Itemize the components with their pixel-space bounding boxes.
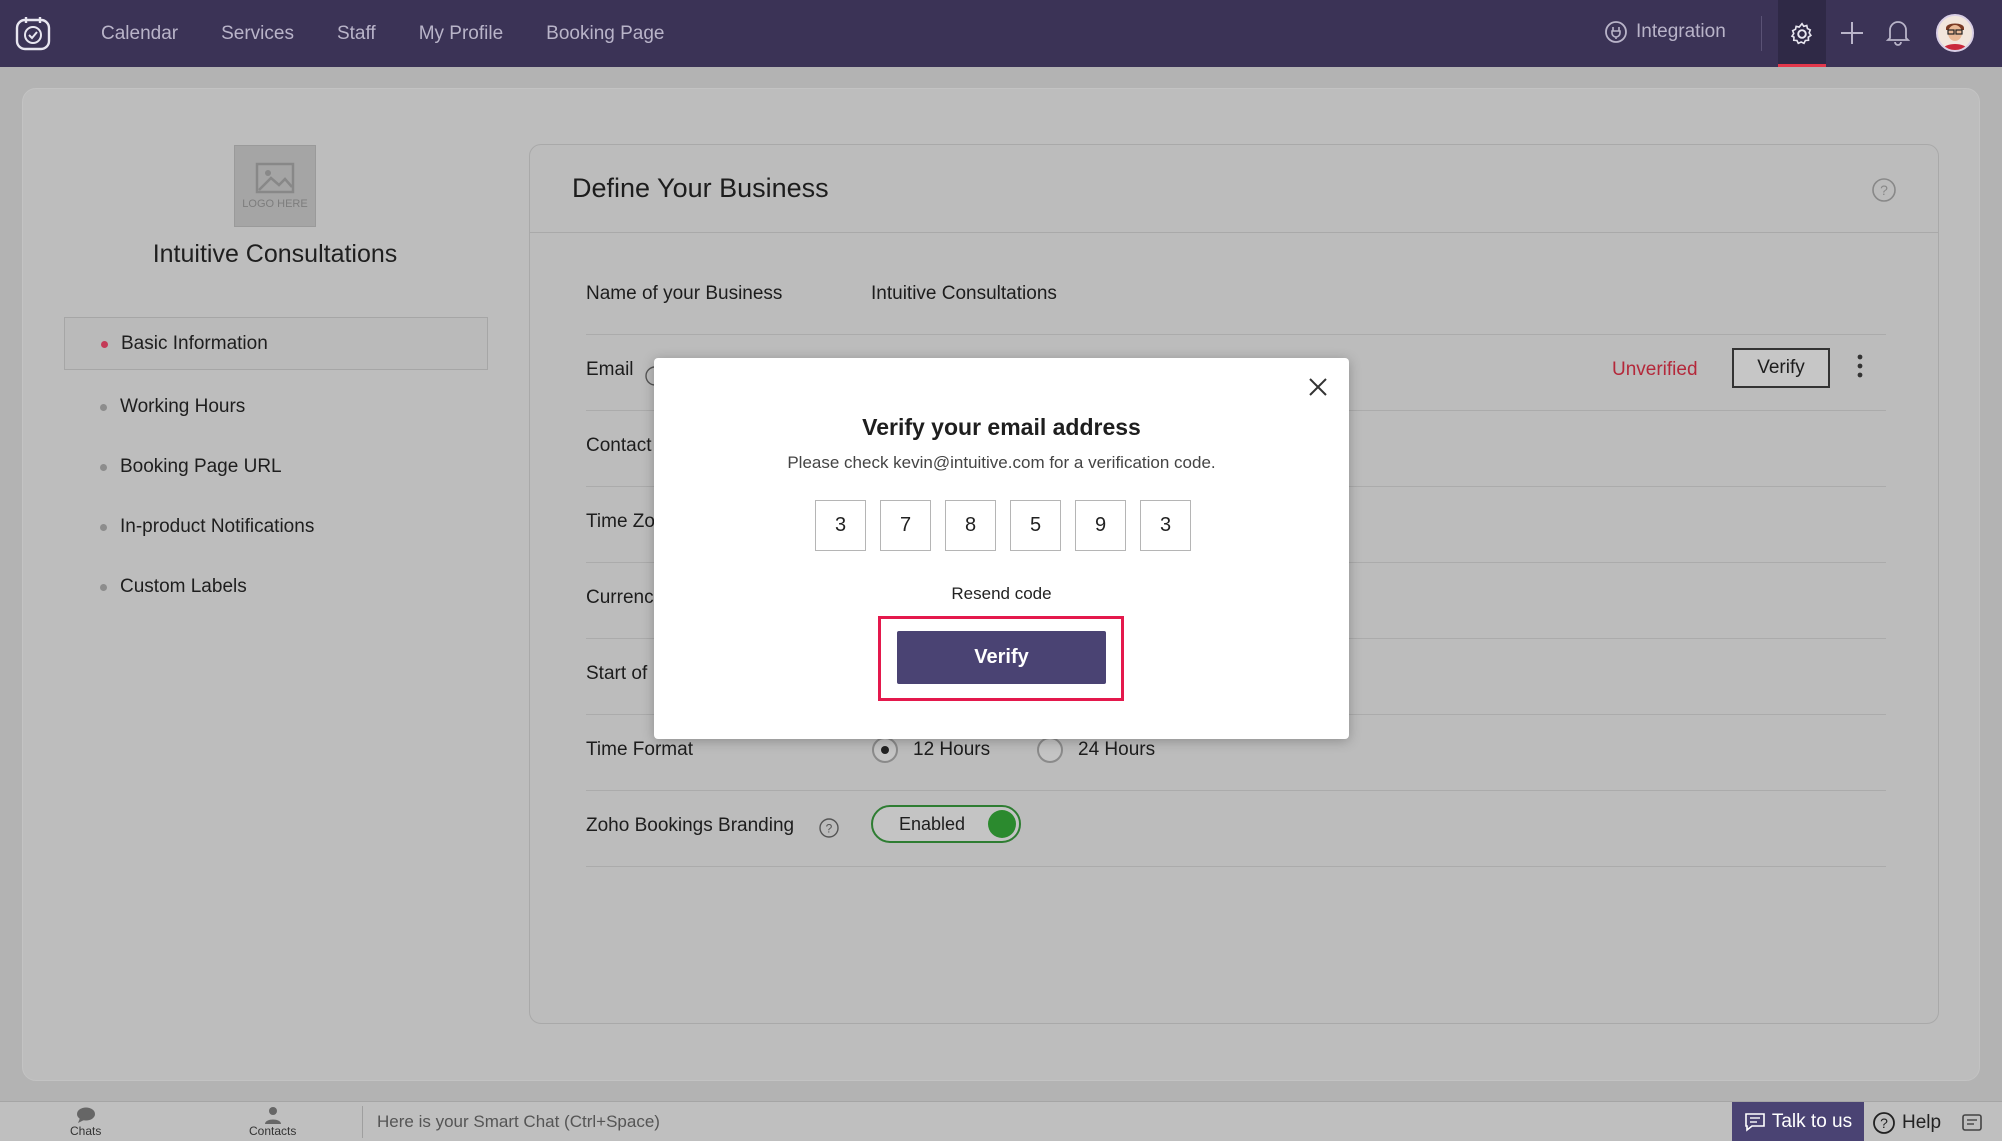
logo-placeholder-text: LOGO HERE (242, 198, 308, 210)
sidebar-item-basic-information[interactable]: Basic Information (64, 317, 488, 370)
help-circle-icon[interactable]: ? (818, 817, 840, 844)
chats-button[interactable]: Chats (70, 1106, 101, 1138)
sidebar-item-label: Booking Page URL (120, 456, 282, 477)
bullet-icon (100, 524, 107, 531)
nav-divider (1761, 16, 1762, 51)
plug-icon (1605, 21, 1627, 43)
radio-24-hours-label: 24 Hours (1078, 739, 1156, 760)
panel-header: Define Your Business ? (530, 145, 1938, 233)
timezone-label: Time Zo (586, 511, 655, 532)
integration-label: Integration (1636, 21, 1726, 42)
more-vertical-icon[interactable] (1856, 353, 1864, 384)
bottom-divider (362, 1106, 363, 1138)
code-digit-5[interactable]: 9 (1075, 500, 1126, 551)
verification-code-inputs: 3 7 8 5 9 3 (815, 500, 1205, 551)
image-icon (255, 162, 295, 194)
contacts-button[interactable]: Contacts (249, 1106, 296, 1138)
sidebar-item-custom-labels[interactable]: Custom Labels (64, 557, 488, 617)
email-label: Email (586, 359, 634, 380)
nav-integration[interactable]: Integration (1604, 20, 1726, 44)
row-business-name: Name of your Business Intuitive Consulta… (586, 259, 1886, 335)
svg-text:?: ? (826, 822, 833, 836)
svg-text:?: ? (1880, 182, 1888, 198)
sidebar-item-working-hours[interactable]: Working Hours (64, 377, 488, 437)
email-status-badge: Unverified (1612, 359, 1698, 380)
sidebar-item-booking-page-url[interactable]: Booking Page URL (64, 437, 488, 497)
business-name-value[interactable]: Intuitive Consultations (871, 283, 1057, 305)
business-name-heading: Intuitive Consultations (152, 240, 398, 268)
feedback-icon[interactable] (1960, 1111, 1984, 1140)
code-digit-6[interactable]: 3 (1140, 500, 1191, 551)
chat-bubble-icon (76, 1107, 95, 1123)
bottom-bar: Chats Contacts Here is your Smart Chat (… (0, 1101, 2002, 1141)
talk-to-us-button[interactable]: Talk to us (1732, 1102, 1864, 1141)
help-circle-icon: ? (1873, 1112, 1895, 1134)
plus-icon[interactable] (1838, 19, 1866, 52)
time-format-label: Time Format (586, 739, 693, 760)
currency-label: Currenc (586, 587, 654, 608)
branding-toggle[interactable]: Enabled (871, 805, 1021, 843)
smart-chat-input[interactable]: Here is your Smart Chat (Ctrl+Space) (377, 1112, 660, 1132)
sidebar-item-label: Basic Information (121, 332, 268, 354)
contact-label: Contact (586, 435, 652, 456)
bullet-icon (100, 464, 107, 471)
radio-24-hours[interactable] (1037, 737, 1063, 763)
radio-12-hours-label: 12 Hours (913, 739, 991, 760)
logo-placeholder[interactable]: LOGO HERE (234, 145, 316, 227)
sidebar-item-label: Custom Labels (120, 576, 247, 597)
settings-button[interactable] (1778, 0, 1826, 67)
start-of-week-label: Start of (586, 663, 648, 684)
row-branding: Zoho Bookings Branding ? Enabled (586, 791, 1886, 867)
nav-my-profile[interactable]: My Profile (419, 23, 503, 45)
nav-services[interactable]: Services (221, 23, 294, 45)
app-logo-icon[interactable] (14, 14, 52, 52)
sidebar-item-in-product-notifications[interactable]: In-product Notifications (64, 497, 488, 557)
nav-booking-page[interactable]: Booking Page (546, 23, 664, 45)
nav-links: Calendar Services Staff My Profile Booki… (101, 0, 708, 67)
bell-icon[interactable] (1885, 18, 1911, 51)
help-button[interactable]: ? Help (1872, 1111, 1941, 1135)
code-digit-1[interactable]: 3 (815, 500, 866, 551)
help-circle-icon[interactable]: ? (1871, 177, 1897, 208)
chats-label: Chats (70, 1124, 102, 1138)
help-label: Help (1902, 1112, 1942, 1133)
sidebar-item-label: Working Hours (120, 396, 246, 417)
page-title: Define Your Business (572, 173, 829, 203)
business-name-label: Name of your Business (586, 283, 783, 304)
person-icon (264, 1107, 281, 1124)
chat-icon (1745, 1113, 1765, 1132)
user-avatar[interactable] (1936, 14, 1974, 52)
gear-icon (1790, 21, 1813, 44)
svg-text:?: ? (1880, 1115, 1888, 1131)
close-icon[interactable] (1307, 376, 1329, 403)
bullet-icon (100, 404, 107, 411)
verify-button[interactable]: Verify (897, 631, 1106, 684)
toggle-label: Enabled (899, 814, 966, 834)
talk-to-us-label: Talk to us (1771, 1111, 1853, 1132)
verify-email-dialog: Verify your email address Please check k… (654, 358, 1349, 739)
email-verify-button[interactable]: Verify (1732, 348, 1830, 388)
radio-12-hours[interactable] (872, 737, 898, 763)
info-icon[interactable] (641, 365, 656, 392)
code-digit-4[interactable]: 5 (1010, 500, 1061, 551)
resend-code-link[interactable]: Resend code (654, 584, 1349, 604)
nav-staff[interactable]: Staff (337, 23, 376, 45)
settings-side-menu: Basic Information Working Hours Booking … (64, 317, 488, 617)
nav-calendar[interactable]: Calendar (101, 23, 178, 45)
branding-label: Zoho Bookings Branding (586, 815, 795, 836)
contacts-label: Contacts (249, 1124, 297, 1138)
sidebar-item-label: In-product Notifications (120, 516, 315, 537)
code-digit-3[interactable]: 8 (945, 500, 996, 551)
bullet-icon (100, 584, 107, 591)
toggle-knob (988, 810, 1016, 838)
active-dot-icon (101, 341, 108, 348)
code-digit-2[interactable]: 7 (880, 500, 931, 551)
dialog-title: Verify your email address (862, 414, 1141, 440)
top-nav: Calendar Services Staff My Profile Booki… (0, 0, 2002, 67)
dialog-subtitle: Please check kevin@intuitive.com for a v… (787, 453, 1216, 472)
